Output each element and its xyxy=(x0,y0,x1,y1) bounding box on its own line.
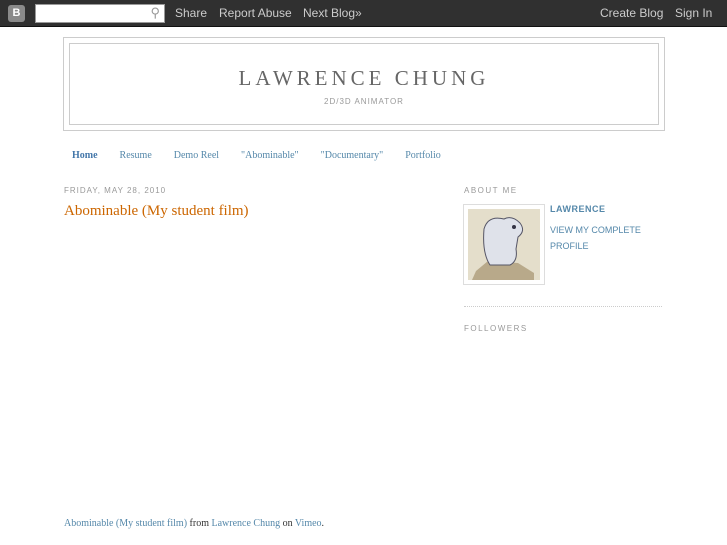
report-abuse-link[interactable]: Report Abuse xyxy=(219,6,292,20)
tab-home[interactable]: Home xyxy=(72,150,98,161)
avatar[interactable] xyxy=(463,204,545,285)
blog-header: LAWRENCE CHUNG 2D/3D ANIMATOR xyxy=(63,37,665,131)
yeti-illustration-icon xyxy=(472,217,534,280)
tab-portfolio[interactable]: Portfolio xyxy=(405,150,441,161)
credit-text: from xyxy=(187,518,212,529)
sidebar-divider xyxy=(464,306,662,307)
blogger-navbar: B ⚲ Share Report Abuse Next Blog» Create… xyxy=(0,0,727,27)
sign-in-link[interactable]: Sign In xyxy=(675,6,712,20)
search-input[interactable]: ⚲ xyxy=(35,4,165,23)
tab-resume[interactable]: Resume xyxy=(120,150,152,161)
create-blog-link[interactable]: Create Blog xyxy=(600,6,663,20)
page-tabs: Home Resume Demo Reel "Abominable" "Document… xyxy=(72,150,463,161)
followers-heading: FOLLOWERS xyxy=(464,324,528,333)
post-date: FRIDAY, MAY 28, 2010 xyxy=(64,186,167,195)
author-link[interactable]: Lawrence Chung xyxy=(212,518,281,529)
about-me-heading: ABOUT ME xyxy=(464,186,518,195)
search-icon[interactable]: ⚲ xyxy=(150,5,160,21)
view-profile-link[interactable]: VIEW MY COMPLETE PROFILE xyxy=(550,222,660,254)
video-credit: Abominable (My student film) from Lawren… xyxy=(64,518,324,529)
blog-title[interactable]: LAWRENCE CHUNG xyxy=(70,66,658,91)
blog-description: 2D/3D ANIMATOR xyxy=(324,97,404,106)
video-link[interactable]: Abominable (My student film) xyxy=(64,518,187,529)
tab-documentary[interactable]: "Documentary" xyxy=(321,150,384,161)
vimeo-link[interactable]: Vimeo xyxy=(295,518,322,529)
post-title[interactable]: Abominable (My student film) xyxy=(64,203,249,220)
profile-name-link[interactable]: LAWRENCE xyxy=(550,201,606,217)
share-link[interactable]: Share xyxy=(175,6,207,20)
tab-demo-reel[interactable]: Demo Reel xyxy=(174,150,219,161)
blogger-logo-icon[interactable]: B xyxy=(8,5,25,22)
credit-text: . xyxy=(321,518,325,529)
credit-text: on xyxy=(280,518,295,529)
next-blog-link[interactable]: Next Blog» xyxy=(303,6,362,20)
tab-abominable[interactable]: "Abominable" xyxy=(241,150,299,161)
